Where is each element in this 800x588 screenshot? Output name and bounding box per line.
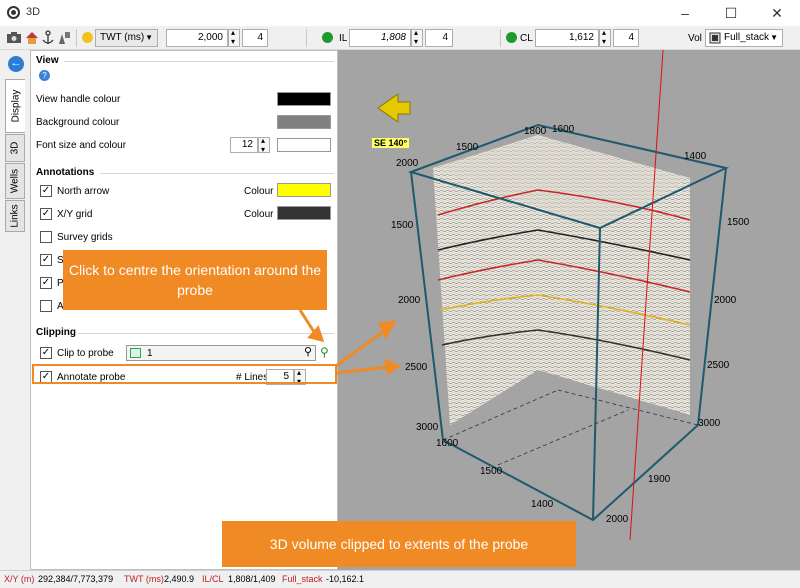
ilcl-value: 1,808/1,409	[228, 574, 276, 584]
volume-label: Full_stack	[282, 574, 323, 584]
annotate-probe-highlight	[32, 364, 337, 384]
xy-value: 292,384/7,773,379	[38, 574, 114, 584]
twt-label: TWT (ms)	[124, 574, 164, 584]
callout-arrows	[298, 309, 402, 376]
clipped-volume-callout: 3D volume clipped to extents of the prob…	[222, 521, 576, 567]
xy-label: X/Y (m)	[4, 574, 35, 584]
ilcl-label: IL/CL	[202, 574, 224, 584]
status-bar: X/Y (m) 292,384/7,773,379 TWT (ms) 2,490…	[0, 570, 800, 588]
twt-value: 2,490.9	[164, 574, 195, 584]
volume-value: -10,162.1	[326, 574, 365, 584]
